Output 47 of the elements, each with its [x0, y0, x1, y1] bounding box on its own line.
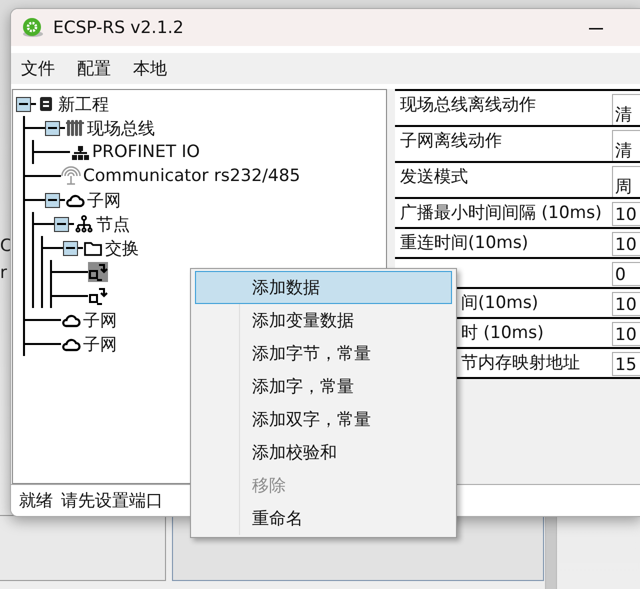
- background-window-text: r: [0, 263, 7, 283]
- context-menu-item[interactable]: 添加变量数据: [195, 304, 452, 337]
- tree-item-label[interactable]: 子网: [83, 332, 117, 356]
- property-input[interactable]: 10: [612, 202, 640, 226]
- menu-item[interactable]: 配置: [77, 57, 111, 80]
- context-menu-item[interactable]: 添加字，常量: [195, 370, 452, 403]
- tree-item-label[interactable]: 节点: [96, 212, 130, 236]
- property-label: 节内存映射地址: [460, 352, 581, 375]
- property-input[interactable]: 10: [612, 322, 640, 346]
- status-text: 请先设置端口: [61, 490, 163, 512]
- property-label: 现场总线离线动作: [399, 94, 537, 117]
- tree-item-label[interactable]: 交换: [105, 236, 139, 260]
- property-label: 间(10ms): [460, 292, 540, 315]
- context-menu-item[interactable]: 添加双字，常量: [195, 403, 452, 436]
- collapse-toggle[interactable]: [63, 240, 78, 256]
- tree-item-label[interactable]: 现场总线: [87, 116, 155, 140]
- property-label: 发送模式: [399, 166, 469, 189]
- property-label: 子网离线动作: [399, 130, 503, 153]
- property-input[interactable]: 10: [612, 292, 640, 316]
- window-title: ECSP-RS v2.1.2: [53, 18, 184, 38]
- property-dropdown[interactable]: 清: [612, 94, 640, 127]
- property-dropdown[interactable]: 清: [612, 130, 640, 163]
- context-menu-item[interactable]: 添加字节，常量: [195, 337, 452, 370]
- context-menu-item[interactable]: 重命名: [195, 502, 452, 535]
- menu-item[interactable]: 本地: [133, 57, 167, 80]
- property-input[interactable]: 15: [612, 352, 640, 376]
- property-label: 时 (10ms): [460, 322, 545, 345]
- context-menu-item[interactable]: 添加数据: [195, 271, 452, 304]
- tree-item-label[interactable]: 子网: [83, 308, 117, 332]
- context-menu-item[interactable]: 添加校验和: [195, 436, 452, 469]
- tree-item-label[interactable]: 子网: [87, 188, 121, 212]
- property-dropdown[interactable]: 周: [612, 166, 640, 199]
- property-input[interactable]: 10: [612, 232, 640, 256]
- minimize-icon[interactable]: [589, 28, 603, 30]
- tree-item-label[interactable]: Communicator rs232/485: [83, 166, 300, 186]
- property-label: 重连时间(10ms): [399, 232, 530, 255]
- tree-item-label[interactable]: 新工程: [58, 92, 109, 116]
- collapse-toggle[interactable]: [45, 120, 60, 136]
- menu-item[interactable]: 文件: [21, 57, 55, 80]
- collapse-toggle[interactable]: [45, 192, 60, 208]
- status-text: 就绪: [19, 490, 53, 512]
- collapse-toggle[interactable]: [54, 216, 69, 232]
- tree-item-label[interactable]: PROFINET IO: [92, 142, 200, 162]
- property-input[interactable]: 0: [612, 262, 640, 286]
- gear-logo-icon: [21, 16, 45, 38]
- property-label: 广播最小时间间隔 (10ms): [399, 202, 603, 225]
- collapse-toggle[interactable]: [16, 96, 31, 112]
